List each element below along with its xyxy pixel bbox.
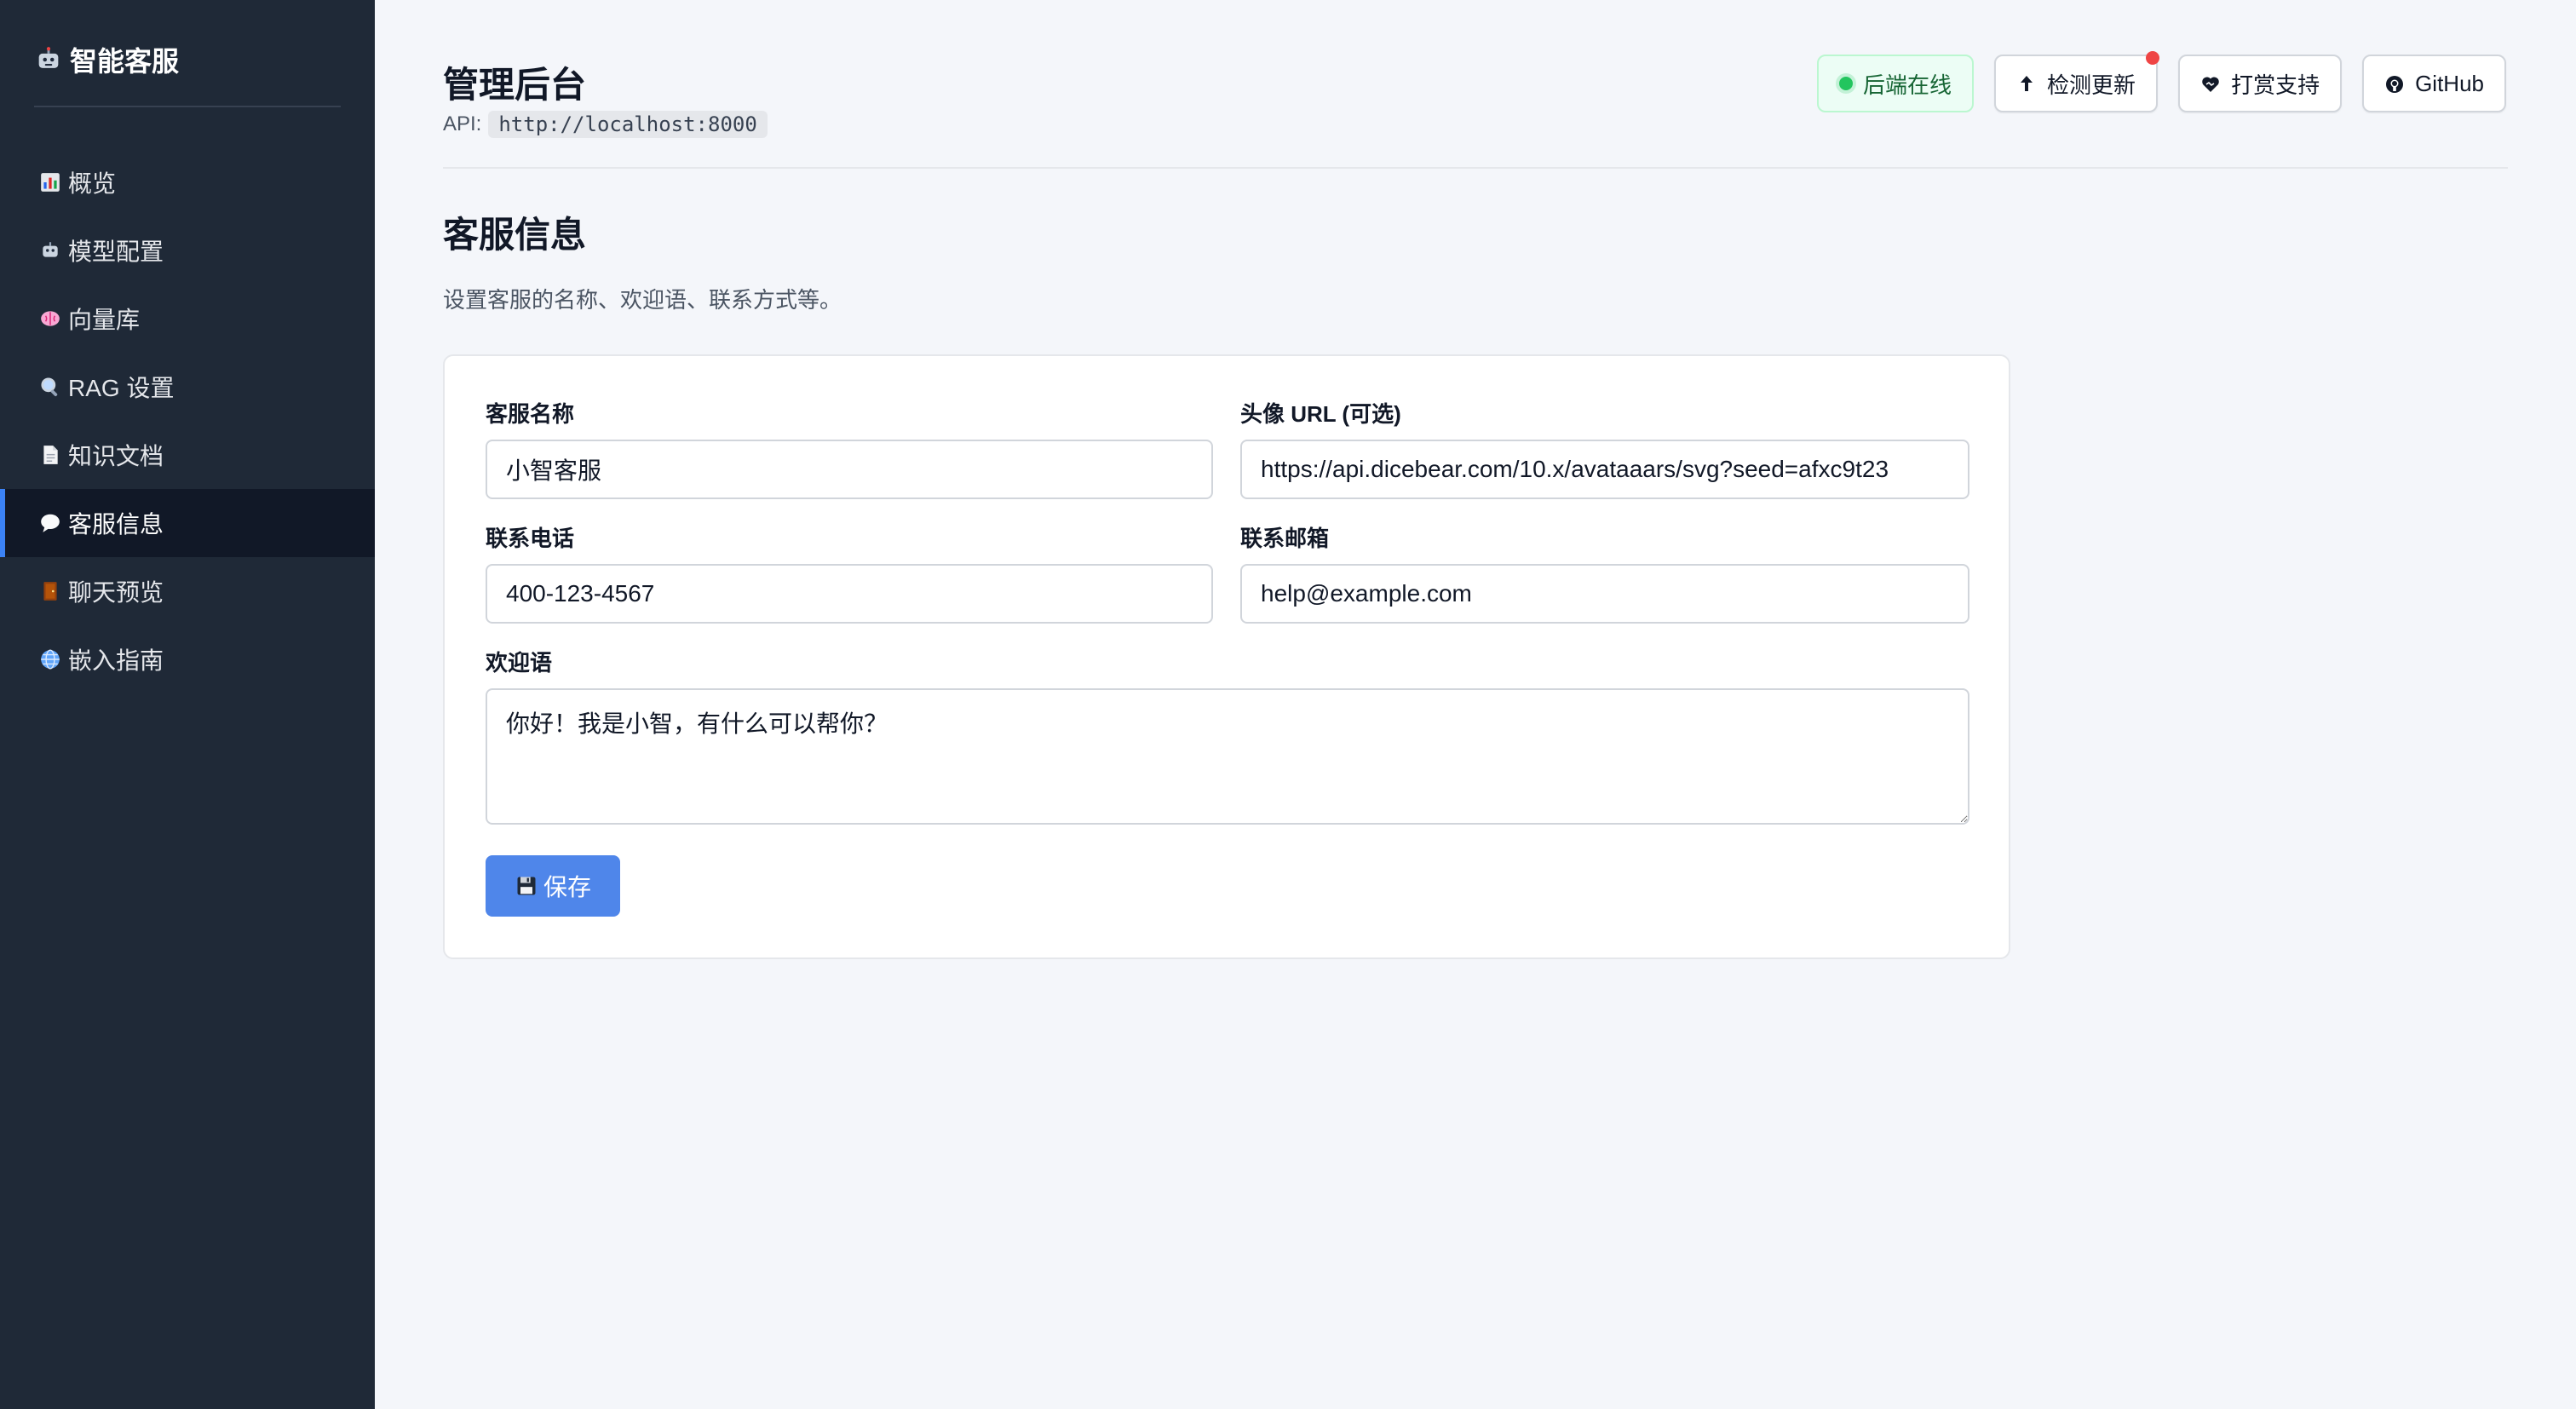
sidebar-item-chat-preview[interactable]: 聊天预览: [0, 557, 375, 625]
sidebar-item-rag-settings[interactable]: RAG 设置: [0, 353, 375, 421]
sidebar-item-knowledge-docs[interactable]: 知识文档: [0, 421, 375, 489]
github-button[interactable]: GitHub: [2362, 55, 2506, 112]
github-label: GitHub: [2415, 70, 2484, 96]
sidebar-item-label: 概览: [68, 170, 117, 197]
header-divider: [443, 167, 2508, 169]
globe-icon: [39, 648, 61, 670]
sidebar-item-agent-info[interactable]: 客服信息: [0, 489, 375, 557]
status-dot-icon: [1839, 77, 1854, 90]
sidebar-item-label: 聊天预览: [68, 579, 164, 606]
check-update-label: 检测更新: [2047, 72, 2136, 98]
phone-label: 联系电话: [486, 526, 575, 551]
arrow-up-icon: [2016, 73, 2037, 94]
section-description: 设置客服的名称、欢迎语、联系方式等。: [443, 287, 842, 313]
sidebar-item-label: 模型配置: [68, 239, 164, 265]
phone-input[interactable]: [486, 564, 1213, 624]
avatar-url-label: 头像 URL (可选): [1240, 401, 1401, 427]
donate-label: 打赏支持: [2231, 72, 2320, 98]
api-url: http://localhost:8000: [488, 111, 768, 138]
backend-status-text: 后端在线: [1863, 72, 1952, 98]
sidebar-item-label: RAG 设置: [68, 375, 175, 401]
brand: 智能客服: [34, 41, 179, 78]
email-label: 联系邮箱: [1240, 526, 1330, 551]
donate-button[interactable]: 打赏支持: [2178, 55, 2343, 112]
agent-info-form: 客服名称 头像 URL (可选) 联系电话 联系邮箱 欢迎语 你好！我是小智，有…: [443, 354, 2010, 959]
avatar-url-input[interactable]: [1240, 440, 1969, 499]
agent-name-input[interactable]: [486, 440, 1213, 499]
sidebar-item-vector-db[interactable]: 向量库: [0, 285, 375, 353]
sidebar-item-embed-guide[interactable]: 嵌入指南: [0, 625, 375, 693]
bar-chart-icon: [39, 171, 61, 193]
section-title: 客服信息: [443, 215, 587, 255]
backend-status-badge: 后端在线: [1817, 55, 1975, 112]
check-update-button[interactable]: 检测更新: [1994, 51, 2160, 112]
api-endpoint: API: http://localhost:8000: [443, 111, 768, 138]
speech-bubble-icon: [39, 512, 61, 534]
sidebar-nav: 概览 模型配置 向量库 RAG 设置 知识文档 客服信息 聊天预览 嵌入指南: [0, 148, 375, 693]
heart-handshake-icon: [2200, 73, 2221, 94]
main-content: 管理后台 API: http://localhost:8000 后端在线 检测更…: [375, 0, 2576, 1409]
github-icon: [2384, 73, 2405, 94]
api-label: API:: [443, 112, 482, 135]
sidebar-item-label: 客服信息: [68, 511, 164, 538]
brain-icon: [39, 308, 61, 330]
door-icon: [39, 580, 61, 602]
email-input[interactable]: [1240, 564, 1969, 624]
page-title: 管理后台: [443, 65, 587, 105]
sidebar-item-overview[interactable]: 概览: [0, 148, 375, 216]
floppy-disk-icon: [515, 874, 538, 898]
robot-icon: [34, 45, 63, 74]
header-actions: 后端在线 检测更新 打赏支持 GitHub: [1817, 51, 2506, 112]
sidebar-divider: [34, 106, 341, 107]
sidebar-item-label: 知识文档: [68, 443, 164, 469]
magnifier-icon: [39, 376, 61, 398]
save-button[interactable]: 保存: [486, 855, 620, 917]
agent-name-label: 客服名称: [486, 401, 575, 427]
welcome-message-label: 欢迎语: [486, 650, 553, 676]
sidebar-item-label: 向量库: [68, 307, 141, 333]
sidebar-item-label: 嵌入指南: [68, 647, 164, 674]
save-label: 保存: [543, 874, 591, 900]
brand-title: 智能客服: [70, 46, 180, 77]
update-notification-dot: [2146, 51, 2160, 65]
document-icon: [39, 444, 61, 466]
robot-icon: [39, 239, 61, 262]
welcome-message-textarea[interactable]: 你好！我是小智，有什么可以帮你？: [486, 688, 1969, 825]
sidebar: 智能客服 概览 模型配置 向量库 RAG 设置 知识文档 客服信息 聊天预览 嵌…: [0, 0, 375, 1409]
sidebar-item-model-config[interactable]: 模型配置: [0, 216, 375, 285]
